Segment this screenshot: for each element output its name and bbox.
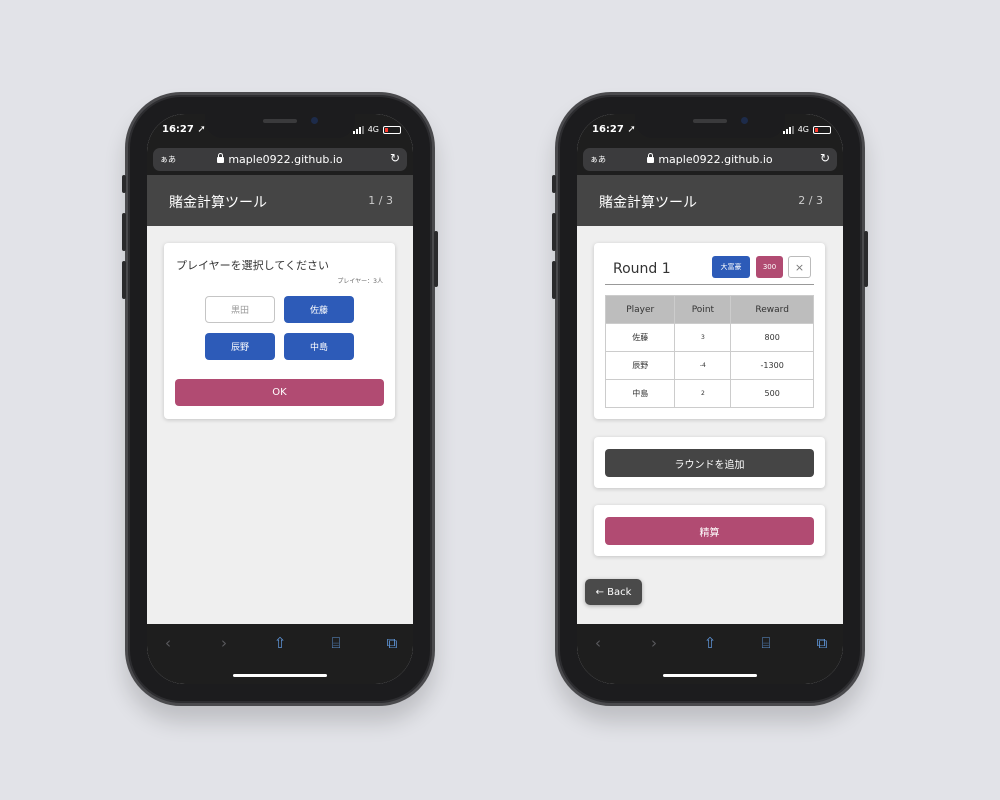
player-button-sato[interactable]: 佐藤 [284, 296, 354, 323]
settle-card: 精算 [594, 505, 825, 556]
round-card: Round 1 大富豪 300 × Player Point Reward 佐藤… [594, 243, 825, 419]
player-button-nakajima[interactable]: 中島 [284, 333, 354, 360]
page-indicator: 1 / 3 [368, 194, 393, 207]
network-label: 4G [797, 125, 809, 134]
score-table: Player Point Reward 佐藤 3 800 辰野 -4 -1300… [604, 295, 814, 408]
address-bar: ぁあ maple0922.github.io ↻ [577, 148, 843, 175]
round-title: Round 1 [613, 261, 671, 277]
url-text: maple0922.github.io [658, 153, 773, 166]
table-row: 辰野 -4 -1300 [604, 351, 814, 380]
forward-icon[interactable]: › [213, 632, 235, 654]
player-select-card: プレイヤーを選択してください プレイヤー：3人 黒田 佐藤 辰野 中島 OK [164, 243, 395, 419]
phone-frame-right: 16:27 ➚ 4G ぁあ maple0922.github.io ↻ 賭金計算… [552, 92, 868, 706]
url-field[interactable]: ぁあ maple0922.github.io ↻ [153, 148, 407, 171]
select-title: プレイヤーを選択してください [176, 259, 330, 272]
divider [605, 284, 814, 285]
notch [635, 114, 785, 138]
safari-toolbar: ‹ › ⇧ ⌸ ⧉ [577, 624, 843, 684]
player-button-kuroda[interactable]: 黒田 [205, 296, 275, 323]
share-icon[interactable]: ⇧ [699, 632, 721, 654]
lock-icon [647, 153, 655, 163]
url-text: maple0922.github.io [228, 153, 343, 166]
reload-icon[interactable]: ↻ [820, 151, 830, 165]
forward-icon[interactable]: › [643, 632, 665, 654]
settle-button[interactable]: 精算 [605, 517, 814, 545]
reward-cell: -1300 [730, 351, 814, 380]
power-button [434, 231, 438, 287]
table-row: 佐藤 3 800 [604, 323, 814, 352]
player-cell: 辰野 [604, 351, 676, 380]
back-button[interactable]: ← Back [585, 579, 642, 605]
add-round-card: ラウンドを追加 [594, 437, 825, 488]
phone-frame-left: 16:27 ➚ 4G ぁあ maple0922.github.io ↻ 賭金計算… [122, 92, 438, 706]
screen-right: 16:27 ➚ 4G ぁあ maple0922.github.io ↻ 賭金計算… [577, 114, 843, 684]
page-indicator: 2 / 3 [798, 194, 823, 207]
volume-down-button [122, 261, 126, 299]
url-field[interactable]: ぁあ maple0922.github.io ↻ [583, 148, 837, 171]
column-header-reward: Reward [730, 295, 814, 324]
back-icon[interactable]: ‹ [587, 632, 609, 654]
lock-icon [217, 153, 225, 163]
close-icon[interactable]: × [788, 256, 811, 278]
battery-icon [813, 125, 831, 134]
home-indicator[interactable] [233, 674, 327, 677]
app-title: 賭金計算ツール [599, 195, 697, 211]
reward-cell: 800 [730, 323, 814, 352]
back-icon[interactable]: ‹ [157, 632, 179, 654]
main-content: Round 1 大富豪 300 × Player Point Reward 佐藤… [577, 226, 843, 624]
home-indicator[interactable] [663, 674, 757, 677]
volume-up-button [122, 213, 126, 251]
tabs-icon[interactable]: ⧉ [811, 632, 833, 654]
column-header-point: Point [674, 295, 732, 324]
main-content: プレイヤーを選択してください プレイヤー：3人 黒田 佐藤 辰野 中島 OK [147, 226, 413, 624]
player-button-tatsuno[interactable]: 辰野 [205, 333, 275, 360]
point-cell[interactable]: -4 [674, 351, 732, 380]
point-cell[interactable]: 3 [674, 323, 732, 352]
bookmarks-icon[interactable]: ⌸ [755, 632, 777, 654]
screen-left: 16:27 ➚ 4G ぁあ maple0922.github.io ↻ 賭金計算… [147, 114, 413, 684]
points-badge[interactable]: 300 [756, 256, 783, 278]
volume-down-button [552, 261, 556, 299]
add-round-button[interactable]: ラウンドを追加 [605, 449, 814, 477]
point-cell[interactable]: 2 [674, 379, 732, 408]
player-count: プレイヤー：3人 [337, 278, 383, 285]
app-header: 賭金計算ツール 1 / 3 [147, 175, 413, 226]
status-time: 16:27 ➚ [162, 124, 206, 135]
ok-button[interactable]: OK [175, 379, 384, 406]
address-bar: ぁあ maple0922.github.io ↻ [147, 148, 413, 175]
app-title: 賭金計算ツール [169, 195, 267, 211]
safari-toolbar: ‹ › ⇧ ⌸ ⧉ [147, 624, 413, 684]
reward-cell: 500 [730, 379, 814, 408]
reload-icon[interactable]: ↻ [390, 151, 400, 165]
share-icon[interactable]: ⇧ [269, 632, 291, 654]
rich-badge[interactable]: 大富豪 [712, 256, 750, 278]
table-row: 中島 2 500 [604, 379, 814, 408]
signal-icon [352, 125, 364, 134]
player-cell: 佐藤 [604, 323, 676, 352]
network-label: 4G [367, 125, 379, 134]
mute-switch [122, 175, 126, 193]
column-header-player: Player [604, 295, 676, 324]
app-header: 賭金計算ツール 2 / 3 [577, 175, 843, 226]
volume-up-button [552, 213, 556, 251]
status-time: 16:27 ➚ [592, 124, 636, 135]
battery-icon [383, 125, 401, 134]
power-button [864, 231, 868, 287]
bookmarks-icon[interactable]: ⌸ [325, 632, 347, 654]
mute-switch [552, 175, 556, 193]
signal-icon [782, 125, 794, 134]
player-cell: 中島 [604, 379, 676, 408]
notch [205, 114, 355, 138]
tabs-icon[interactable]: ⧉ [381, 632, 403, 654]
